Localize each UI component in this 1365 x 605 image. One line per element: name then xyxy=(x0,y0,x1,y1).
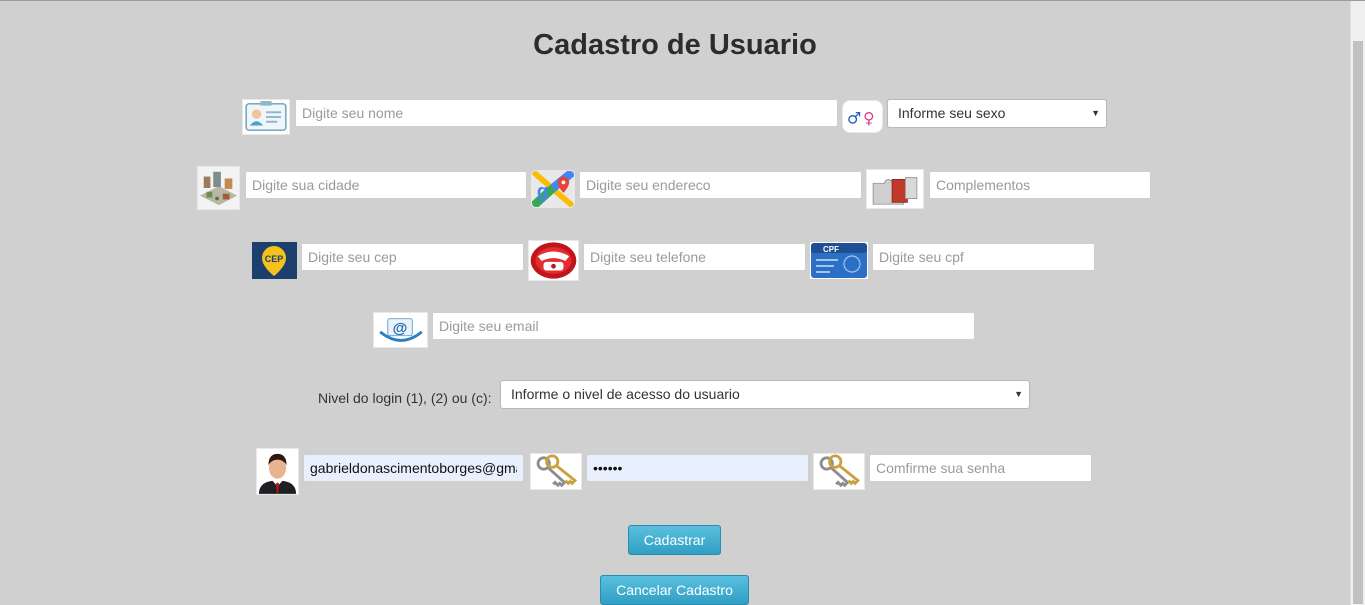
telephone-icon xyxy=(528,240,579,281)
chevron-down-icon: ▼ xyxy=(1014,389,1023,399)
puzzle-icon xyxy=(866,169,924,209)
access-level-select[interactable]: Informe o nivel de acesso do usuario ▼ xyxy=(500,380,1030,409)
access-level-select-value: Informe o nivel de acesso do usuario xyxy=(511,386,740,402)
male-symbol: ♂ xyxy=(847,109,861,128)
google-maps-icon: g xyxy=(531,170,575,208)
city-map-icon xyxy=(197,166,240,210)
password-input[interactable] xyxy=(586,454,809,482)
cpf-card-icon: CPF xyxy=(810,242,868,279)
page-title: Cadastro de Usuario xyxy=(533,29,817,61)
email-icon: @ xyxy=(373,312,428,348)
cep-input[interactable] xyxy=(301,243,524,271)
name-input[interactable] xyxy=(295,99,838,127)
login-input[interactable] xyxy=(303,454,524,482)
phone-input[interactable] xyxy=(583,243,806,271)
confirm-password-input[interactable] xyxy=(869,454,1092,482)
complement-input[interactable] xyxy=(929,171,1151,199)
scrollbar-thumb[interactable] xyxy=(1353,41,1363,604)
cpf-card-text: CPF xyxy=(823,245,839,254)
female-symbol: ♀ xyxy=(863,109,875,128)
cep-badge-text: CEP xyxy=(265,254,284,264)
keys-icon xyxy=(530,453,582,490)
id-card-icon xyxy=(242,99,290,135)
address-input[interactable] xyxy=(579,171,862,199)
gender-icon: ♂ ♀ xyxy=(842,100,883,133)
gender-select[interactable]: Informe seu sexo ▼ xyxy=(887,99,1107,128)
cpf-input[interactable] xyxy=(872,243,1095,271)
keys-icon xyxy=(813,453,865,490)
page-frame: Cadastro de Usuario ♂ ♀ Informe seu sexo… xyxy=(0,0,1365,605)
svg-text:g: g xyxy=(537,182,549,203)
email-input[interactable] xyxy=(432,312,975,340)
at-symbol: @ xyxy=(393,320,408,337)
vertical-scrollbar[interactable] xyxy=(1350,1,1365,605)
cep-badge-icon: CEP xyxy=(252,242,297,279)
user-avatar-icon xyxy=(256,448,299,495)
access-level-label: Nivel do login (1), (2) ou (c): xyxy=(318,390,492,406)
gender-select-value: Informe seu sexo xyxy=(898,105,1006,121)
city-input[interactable] xyxy=(245,171,527,199)
chevron-down-icon: ▼ xyxy=(1091,108,1100,118)
cancel-button[interactable]: Cancelar Cadastro xyxy=(600,575,749,605)
submit-button[interactable]: Cadastrar xyxy=(628,525,721,555)
